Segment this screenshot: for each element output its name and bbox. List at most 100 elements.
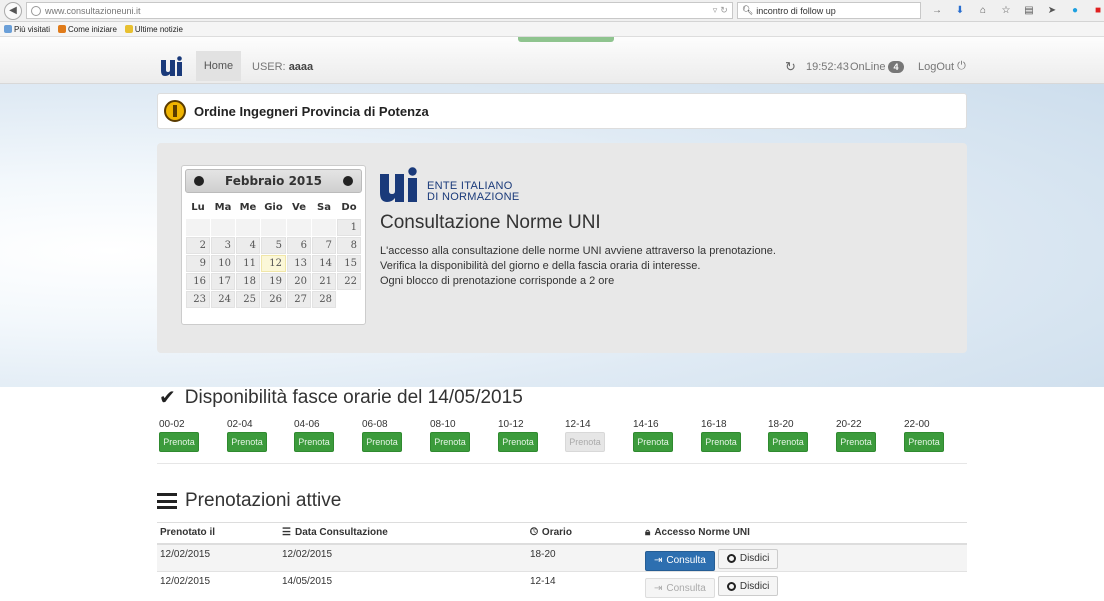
org-logo-icon <box>164 100 186 122</box>
login-icon: ⇥ <box>654 555 663 566</box>
calendar-day[interactable]: 19 <box>260 273 286 290</box>
prenota-button[interactable]: Prenota <box>701 432 741 452</box>
calendar-day[interactable]: 24 <box>210 291 235 308</box>
calendar-empty-cell <box>260 219 286 236</box>
prev-month-icon[interactable] <box>194 176 204 186</box>
calendar-day[interactable]: 26 <box>260 291 286 308</box>
refresh-icon[interactable]: ↻ <box>785 59 796 75</box>
calendar-day[interactable]: 21 <box>311 273 336 290</box>
folder-icon <box>124 25 133 33</box>
calendar-day[interactable]: 11 <box>235 255 260 272</box>
col-time-slot: 🕓︎ Orario <box>527 522 642 545</box>
calendar-list-icon: ☰ <box>282 527 291 539</box>
slot-label: 12-14 <box>565 419 591 430</box>
skype-icon[interactable]: ● <box>1069 5 1081 17</box>
slot-label: 16-18 <box>701 419 727 430</box>
calendar-day[interactable]: 12 <box>260 255 286 272</box>
back-button[interactable]: ◀ <box>4 1 22 20</box>
bookmark-most-visited[interactable]: Più visitati <box>4 25 50 34</box>
address-bar[interactable]: www.consultazioneuni.it ▿ ↻ <box>26 2 733 19</box>
calendar-day[interactable]: 15 <box>336 255 361 272</box>
calendar-day[interactable]: 25 <box>235 291 260 308</box>
logout-link[interactable]: LogOut ⏻ <box>918 60 966 73</box>
table-row: 12/02/2015 12/02/2015 18-20 ⇥ Consulta Disdic… <box>157 543 967 572</box>
weekday-header: Ve <box>292 201 306 213</box>
disdici-button[interactable]: Disdici <box>717 576 779 596</box>
prenota-button[interactable]: Prenota <box>768 432 808 452</box>
calendar-day[interactable]: 18 <box>235 273 260 290</box>
consulta-button[interactable]: ⇥ Consulta <box>645 550 715 571</box>
slot-label: 00-02 <box>159 419 185 430</box>
calendar-grid: Lu Ma Me Gio Ve Sa Do 1 2 3 4 5 6 7 8 9 10 11 12 13 14 15 16 1… <box>185 195 362 309</box>
calendar-day[interactable]: 13 <box>287 255 311 272</box>
time-slot: 12-14 Prenota <box>565 419 607 452</box>
prenota-button[interactable]: Prenota <box>362 432 402 452</box>
calendar-day[interactable]: 6 <box>287 237 311 254</box>
time-slot: 06-08 Prenota <box>362 419 404 452</box>
cell-actions: ⇥ Consulta Disdici <box>642 571 967 600</box>
col-booked-on: Prenotato il <box>157 522 279 545</box>
prenota-button[interactable]: Prenota <box>836 432 876 452</box>
slot-label: 02-04 <box>227 419 253 430</box>
calendar-day[interactable]: 20 <box>287 273 311 290</box>
prenota-button[interactable]: Prenota <box>159 432 199 452</box>
dropdown-icon[interactable]: ▿ <box>713 5 718 16</box>
power-icon: ⏻ <box>957 60 966 72</box>
uni-logo-icon[interactable] <box>161 56 183 76</box>
calendar-day[interactable]: 27 <box>287 291 311 308</box>
login-icon: ⇥ <box>654 582 663 594</box>
calendar-empty-cell <box>235 219 260 236</box>
calendar-day[interactable]: 1 <box>336 219 361 236</box>
download-icon[interactable]: ⬇ <box>954 5 966 17</box>
cancel-icon <box>726 581 736 591</box>
calendar-empty-cell <box>210 219 235 236</box>
calendar-day[interactable]: 16 <box>186 273 210 290</box>
browser-search-input[interactable]: 🔍︎ incontro di follow up <box>736 2 921 19</box>
calendar-day[interactable]: 8 <box>336 237 361 254</box>
calendar-day[interactable]: 4 <box>235 237 260 254</box>
weekday-header: Me <box>239 201 257 213</box>
bookmark-getting-started[interactable]: Come iniziare <box>58 25 117 34</box>
user-name: aaaa <box>288 61 314 73</box>
disdici-button[interactable]: Disdici <box>717 548 779 569</box>
online-users[interactable]: OnLine 4 <box>850 61 904 73</box>
prenota-button[interactable]: Prenota <box>498 432 538 452</box>
home-icon[interactable]: ⌂ <box>977 5 989 17</box>
nav-user: USER: aaaa <box>252 61 314 73</box>
calendar-day[interactable]: 22 <box>336 273 361 290</box>
calendar-day[interactable]: 23 <box>186 291 210 308</box>
calendar-day[interactable]: 5 <box>260 237 286 254</box>
prenota-button[interactable]: Prenota <box>294 432 334 452</box>
send-icon[interactable]: ➤ <box>1046 5 1058 17</box>
clipboard-icon[interactable]: ▤ <box>1023 5 1035 17</box>
prenota-button[interactable]: Prenota <box>633 432 673 452</box>
bookmark-latest-news[interactable]: Ultime notizie <box>124 25 183 34</box>
time-slot: 22-00 Prenota <box>904 419 946 452</box>
calendar-day[interactable]: 14 <box>311 255 336 272</box>
calendar-day[interactable]: 3 <box>210 237 235 254</box>
calendar-empty-cell <box>186 219 210 236</box>
calendar-empty-cell <box>311 219 336 236</box>
time-slot: 20-22 Prenota <box>836 419 878 452</box>
calendar-day[interactable]: 9 <box>186 255 210 272</box>
slot-label: 14-16 <box>633 419 659 430</box>
next-month-icon[interactable] <box>342 176 353 186</box>
reload-icon[interactable]: ↻ <box>720 5 728 16</box>
time-slot: 08-10 Prenota <box>430 419 472 452</box>
calendar-day[interactable]: 7 <box>311 237 336 254</box>
prenota-button[interactable]: Prenota <box>430 432 470 452</box>
go-arrow-icon[interactable]: → <box>931 5 943 17</box>
search-text: incontro di follow up <box>756 5 836 16</box>
extension-icon[interactable]: ■ <box>1092 5 1104 17</box>
divider <box>157 463 967 464</box>
calendar-day[interactable]: 10 <box>210 255 235 272</box>
prenota-button[interactable]: Prenota <box>904 432 944 452</box>
calendar-day[interactable]: 17 <box>210 273 235 290</box>
cancel-icon <box>726 554 736 563</box>
calendar-day[interactable]: 2 <box>186 237 210 254</box>
prenota-button[interactable]: Prenota <box>227 432 267 452</box>
calendar-day[interactable]: 28 <box>311 291 336 308</box>
cell-actions: ⇥ Consulta Disdici <box>642 543 967 572</box>
star-icon[interactable]: ☆ <box>1000 5 1012 17</box>
nav-home[interactable]: Home <box>196 51 241 81</box>
